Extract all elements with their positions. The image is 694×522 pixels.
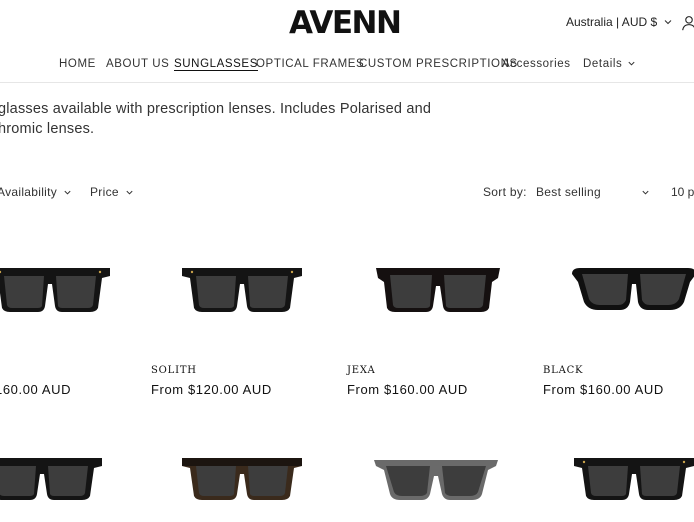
sunglasses-image (0, 268, 110, 312)
nav-sunglasses[interactable]: SUNGLASSES (174, 58, 258, 70)
brand-logo[interactable]: AVENN (289, 5, 402, 41)
chevron-down-icon (63, 188, 72, 197)
sunglasses-image (572, 268, 694, 310)
product-card[interactable] (0, 452, 106, 506)
product-name[interactable]: SOLITH (151, 365, 197, 376)
nav-optical-frames[interactable]: OPTICAL FRAMES (256, 58, 364, 70)
country-label: Australia | AUD $ (566, 15, 658, 29)
nav-home[interactable]: HOME (59, 58, 96, 70)
product-card[interactable] (570, 452, 694, 506)
description-line-2: hromic lenses. (0, 121, 95, 137)
filter-availability-label: Availability (0, 185, 58, 199)
nav-custom-prescriptions[interactable]: CUSTOM PRESCRIPTIONS (359, 58, 518, 70)
filter-availability[interactable]: Availability (0, 185, 72, 199)
account-icon[interactable] (680, 14, 694, 32)
product-card[interactable] (372, 452, 500, 506)
product-card[interactable] (374, 262, 502, 316)
sunglasses-image (376, 268, 500, 312)
sort-label: Sort by: (483, 185, 527, 199)
sunglasses-image (182, 458, 302, 500)
product-card[interactable] (178, 262, 306, 316)
sunglasses-image (374, 460, 498, 500)
product-count: 10 pr (671, 185, 694, 199)
product-name[interactable]: JEXA (347, 365, 376, 376)
sort-select[interactable]: Best selling (536, 185, 650, 199)
product-price: From $160.00 AUD (347, 382, 468, 397)
country-currency-selector[interactable]: Australia | AUD $ (566, 15, 673, 29)
nav-details-label: Details (583, 58, 623, 70)
sunglasses-image (0, 458, 102, 500)
product-card[interactable] (178, 452, 306, 506)
chevron-down-icon (125, 188, 134, 197)
product-price: 160.00 AUD (0, 382, 72, 397)
sunglasses-image (574, 458, 694, 500)
sunglasses-image (182, 268, 302, 312)
product-card[interactable] (0, 262, 114, 316)
nav-details[interactable]: Details (583, 58, 636, 70)
product-card[interactable] (570, 262, 694, 316)
collection-description: glasses available with prescription lens… (0, 99, 468, 139)
product-price: From $160.00 AUD (543, 382, 664, 397)
filter-price-label: Price (90, 185, 119, 199)
product-name[interactable]: BLACK (543, 365, 583, 376)
nav-accessories[interactable]: Accessories (502, 58, 571, 70)
description-line-1: glasses available with prescription lens… (0, 101, 432, 117)
site-header: AVENN Australia | AUD $ HOME ABOUT US SU… (0, 0, 694, 83)
filter-price[interactable]: Price (90, 185, 134, 199)
chevron-down-icon (663, 17, 673, 27)
chevron-down-icon (641, 188, 650, 197)
chevron-down-icon (627, 59, 636, 68)
nav-about-us[interactable]: ABOUT US (106, 58, 169, 70)
main-nav: HOME ABOUT US SUNGLASSES OPTICAL FRAMES … (0, 58, 694, 74)
sort-value: Best selling (536, 185, 601, 199)
product-price: From $120.00 AUD (151, 382, 272, 397)
